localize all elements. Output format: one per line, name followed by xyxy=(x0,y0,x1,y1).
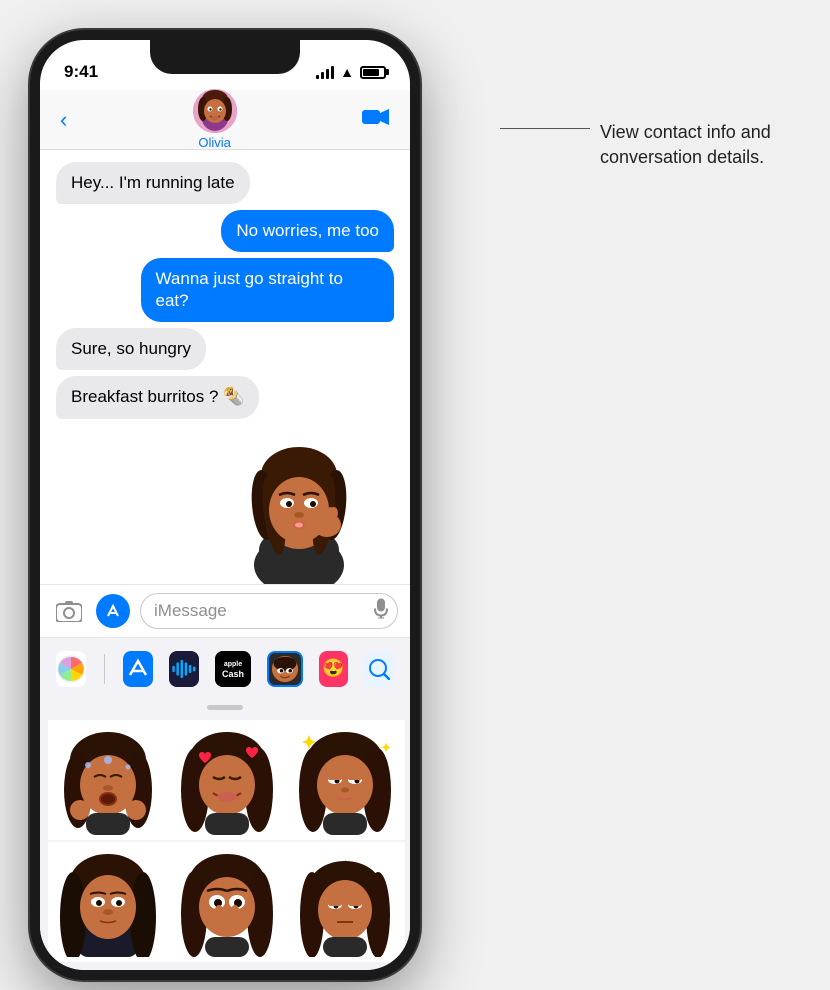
audio-strip-icon[interactable] xyxy=(169,651,199,687)
appstore-button[interactable] xyxy=(96,594,130,628)
video-call-button[interactable] xyxy=(362,107,390,133)
svg-text:Cash: Cash xyxy=(222,669,244,679)
sticker-cell-6[interactable]: ★ xyxy=(285,842,405,962)
message-sent-2: Wanna just go straight to eat? xyxy=(141,258,395,322)
signal-bars xyxy=(316,65,334,79)
appcash-strip-icon[interactable]: apple Cash xyxy=(215,651,251,687)
drag-handle xyxy=(207,705,243,710)
photos-strip-icon[interactable] xyxy=(56,651,86,687)
contact-avatar xyxy=(193,89,237,133)
message-input-wrapper: iMessage xyxy=(140,593,398,629)
svg-text:apple: apple xyxy=(224,661,242,668)
app-strip: apple Cash xyxy=(40,637,410,699)
side-button-left-top[interactable] xyxy=(30,180,32,220)
message-sent-1: No worries, me too xyxy=(221,210,394,252)
callout-annotation: View contact info and conversation detai… xyxy=(600,120,800,170)
message-received-2: Sure, so hungry xyxy=(56,328,206,370)
back-button[interactable]: ‹ xyxy=(60,107,67,133)
drag-handle-area xyxy=(40,699,410,716)
sticker-cell-1[interactable] xyxy=(48,720,168,840)
memoji-strip-icon[interactable] xyxy=(267,651,303,687)
sticker-cell-3[interactable] xyxy=(285,720,405,840)
appstore-strip-icon[interactable] xyxy=(123,651,153,687)
battery-icon xyxy=(360,66,386,79)
contact-info-button[interactable]: Olivia xyxy=(193,89,237,150)
volume-down-button[interactable] xyxy=(30,315,32,375)
wifi-icon: ▲ xyxy=(340,64,354,80)
input-area: iMessage xyxy=(40,584,410,637)
side-button-right[interactable] xyxy=(418,220,420,300)
globe-strip-icon[interactable] xyxy=(364,651,394,687)
sticker-grid: ★ xyxy=(40,716,410,970)
stickers-strip-icon[interactable]: 😍 xyxy=(319,651,349,687)
status-time: 9:41 xyxy=(64,62,98,82)
volume-up-button[interactable] xyxy=(30,240,32,300)
contact-name: Olivia xyxy=(198,135,231,150)
sticker-cell-5[interactable] xyxy=(167,842,287,962)
memoji-message xyxy=(214,425,384,584)
screen: 9:41 ▲ ‹ xyxy=(40,40,410,970)
message-input-field[interactable] xyxy=(140,593,398,629)
callout-line xyxy=(500,128,590,129)
strip-divider xyxy=(104,654,106,684)
nav-header: ‹ xyxy=(40,90,410,150)
battery-fill xyxy=(363,69,379,76)
mic-button[interactable] xyxy=(374,599,388,624)
camera-button[interactable] xyxy=(52,594,86,628)
status-icons: ▲ xyxy=(316,64,386,80)
sticker-cell-2[interactable] xyxy=(167,720,287,840)
sticker-cell-4[interactable] xyxy=(48,842,168,962)
message-received-3: Breakfast burritos ? 🌯 xyxy=(56,376,259,418)
message-received-1: Hey... I'm running late xyxy=(56,162,250,204)
messages-area: Hey... I'm running late No worries, me t… xyxy=(40,150,410,584)
phone-frame: 9:41 ▲ ‹ xyxy=(30,30,420,980)
notch xyxy=(150,40,300,74)
